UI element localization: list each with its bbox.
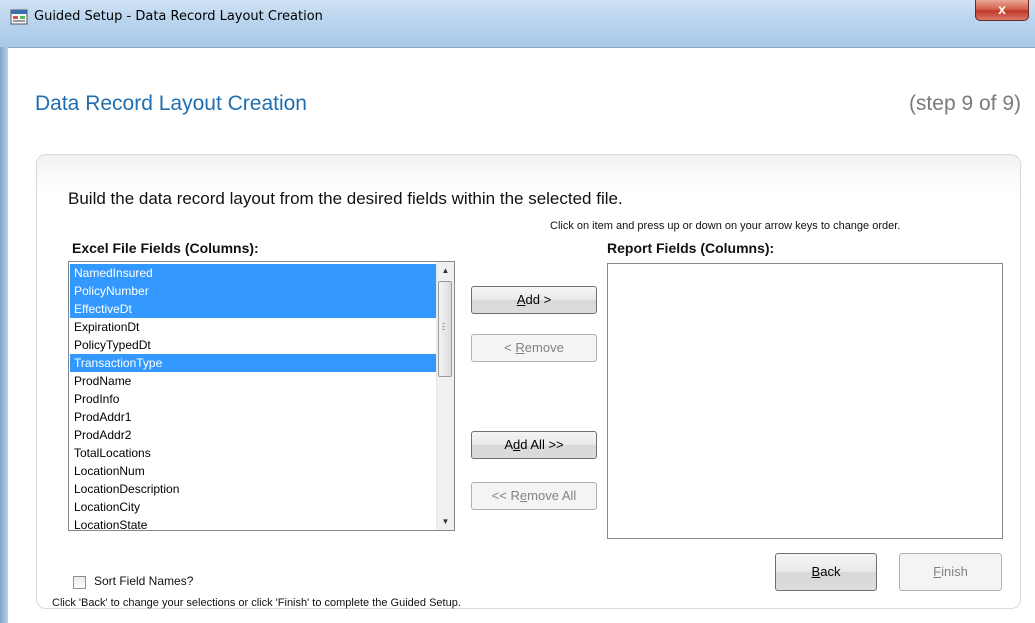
back-button[interactable]: Back xyxy=(775,553,877,591)
list-item[interactable]: LocationCity xyxy=(70,498,437,516)
list-item[interactable]: LocationDescription xyxy=(70,480,437,498)
list-item[interactable]: ProdInfo xyxy=(70,390,437,408)
close-icon: x xyxy=(998,1,1006,17)
list-item[interactable]: ProdAddr2 xyxy=(70,426,437,444)
button-label: << Remove All xyxy=(491,488,577,503)
remove-all-button[interactable]: << Remove All xyxy=(471,482,597,510)
list-item[interactable]: NamedInsured xyxy=(70,264,437,282)
list-item[interactable]: ProdName xyxy=(70,372,437,390)
excel-fields-items: NamedInsured PolicyNumber EffectiveDt Expir… xyxy=(70,264,437,530)
list-item[interactable]: EffectiveDt xyxy=(70,300,437,318)
instruction-text: Build the data record layout from the de… xyxy=(68,189,623,208)
report-fields-label: Report Fields (Columns): xyxy=(607,240,775,256)
reorder-hint: Click on item and press up or down on yo… xyxy=(550,220,901,232)
report-fields-list[interactable] xyxy=(607,263,1003,539)
add-all-button[interactable]: Add All >> xyxy=(471,431,597,459)
sort-field-names-checkbox[interactable] xyxy=(73,576,86,589)
scroll-up-icon[interactable]: ▲ xyxy=(437,262,454,279)
list-item[interactable]: LocationState xyxy=(70,516,437,530)
button-label: Add All >> xyxy=(504,437,564,452)
window-title: Guided Setup - Data Record Layout Creati… xyxy=(34,9,323,24)
grip-icon: ‐ ‐ ‐ xyxy=(442,318,445,334)
close-button[interactable]: x xyxy=(975,0,1029,21)
step-indicator: (step 9 of 9) xyxy=(908,92,1021,115)
list-item[interactable]: ExpirationDt xyxy=(70,318,437,336)
button-label: < Remove xyxy=(504,340,564,355)
excel-fields-label: Excel File Fields (Columns): xyxy=(72,240,259,256)
button-label: Add > xyxy=(516,292,552,307)
list-item[interactable]: PolicyNumber xyxy=(70,282,437,300)
list-item[interactable]: TransactionType xyxy=(70,354,437,372)
button-label: Finish xyxy=(933,564,968,579)
sort-field-names-label: Sort Field Names? xyxy=(94,574,194,588)
remove-button[interactable]: < Remove xyxy=(471,334,597,362)
excel-fields-scrollbar[interactable]: ▲ ‐ ‐ ‐ ▼ xyxy=(436,262,454,530)
app-icon xyxy=(10,9,28,25)
list-item[interactable]: LocationNum xyxy=(70,462,437,480)
footer-instructions: Click 'Back' to change your selections o… xyxy=(52,597,461,609)
scroll-thumb[interactable]: ‐ ‐ ‐ xyxy=(438,281,452,377)
list-item[interactable]: PolicyTypedDt xyxy=(70,336,437,354)
page-title: Data Record Layout Creation xyxy=(35,92,307,115)
excel-fields-list[interactable]: NamedInsured PolicyNumber EffectiveDt Expir… xyxy=(68,261,455,531)
button-label: Back xyxy=(811,564,841,579)
window-frame-edge xyxy=(0,47,8,623)
finish-button[interactable]: Finish xyxy=(899,553,1002,591)
list-item[interactable]: TotalLocations xyxy=(70,444,437,462)
scroll-down-icon[interactable]: ▼ xyxy=(437,513,454,530)
title-bar: Guided Setup - Data Record Layout Creati… xyxy=(0,0,1035,48)
add-button[interactable]: Add > xyxy=(471,286,597,314)
list-item[interactable]: ProdAddr1 xyxy=(70,408,437,426)
